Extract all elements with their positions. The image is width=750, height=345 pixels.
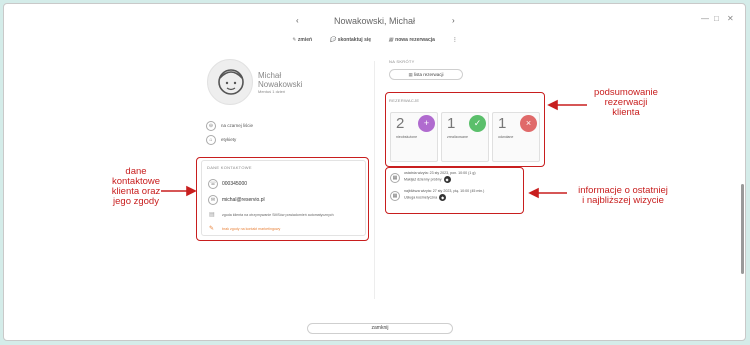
client-window: ‹ Nowakowski, Michał › — □ ✕ ✎ zmień 💬 sko… xyxy=(3,3,746,341)
close-button[interactable]: zamknij xyxy=(307,323,453,334)
contact-annotation: dane kontaktowe klienta oraz jego zgody xyxy=(111,166,161,207)
visits-annotation: informacje o ostatniej i najbliższej wizy… xyxy=(578,185,668,206)
summary-annotation: podsumowanie rezerwacji klienta xyxy=(594,87,658,118)
